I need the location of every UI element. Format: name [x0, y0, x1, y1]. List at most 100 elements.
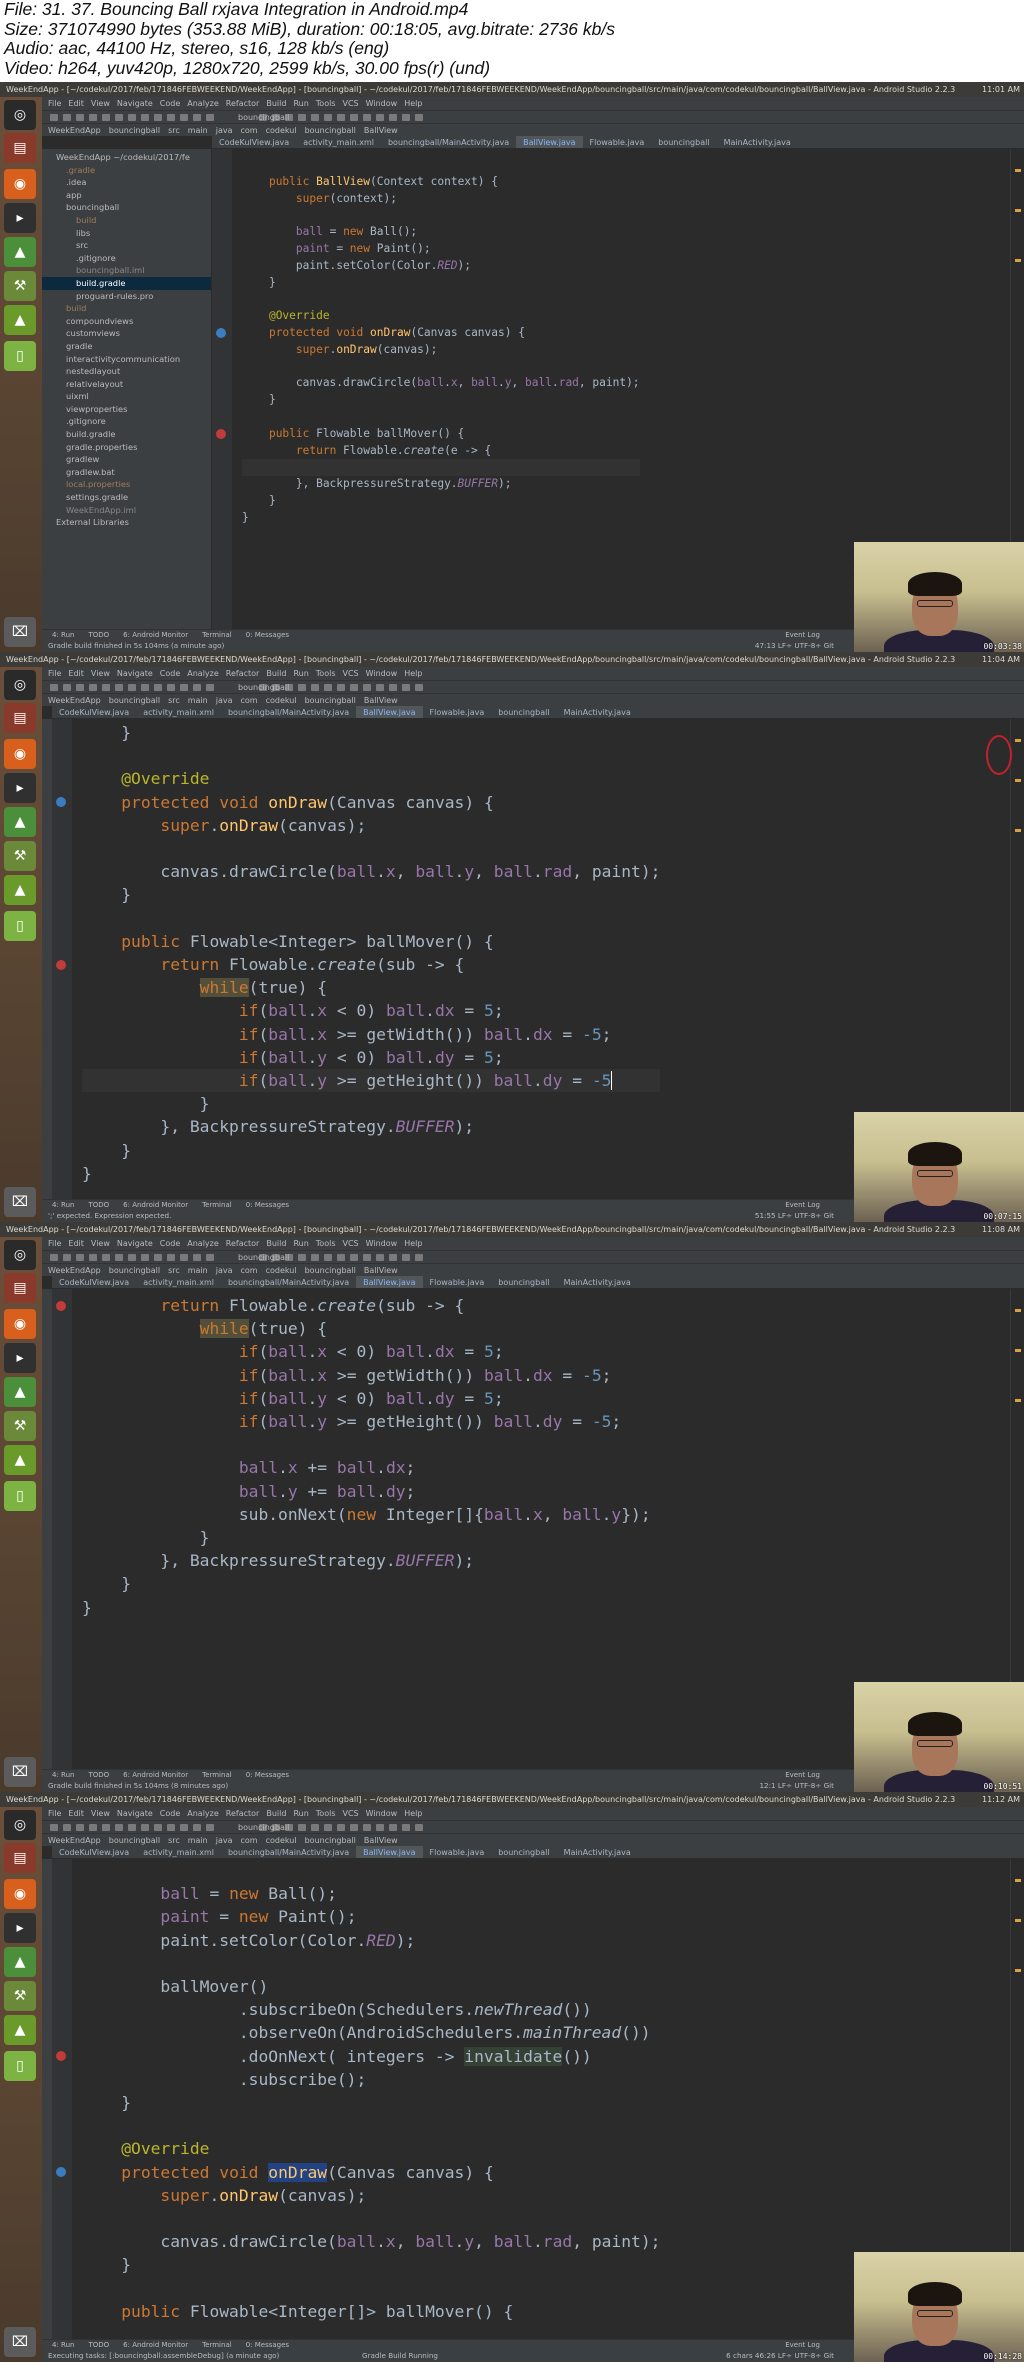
project-tree-node[interactable]: gradlew.bat [42, 466, 211, 479]
project-tree-node[interactable]: src [42, 239, 211, 252]
menu-item-build[interactable]: Build [266, 99, 286, 108]
toolbar-button-icon[interactable] [50, 1254, 58, 1261]
editor-tab[interactable]: BallView.java [356, 1846, 423, 1858]
breadcrumb-item[interactable]: src [168, 126, 180, 135]
warning-marker-icon[interactable] [1015, 1879, 1021, 1882]
project-tree-node[interactable]: WeekEndApp ~/codekul/2017/fe [42, 151, 211, 164]
override-marker-icon[interactable] [216, 328, 226, 339]
toolbar-button-icon[interactable] [415, 684, 423, 691]
menu-item-run[interactable]: Run [293, 99, 308, 108]
toolbar-button-icon[interactable] [76, 1254, 84, 1261]
breadcrumb-item[interactable]: src [168, 1836, 180, 1845]
phone-icon[interactable]: ▯ [4, 2051, 36, 2081]
breadcrumb-item[interactable]: BallView [364, 1836, 398, 1845]
breadcrumb-item[interactable]: com [241, 126, 258, 135]
editor-tab[interactable]: BallView.java [356, 706, 423, 718]
toolbar-button-icon[interactable] [350, 1824, 358, 1831]
toolbar-button-icon[interactable] [167, 1254, 175, 1261]
menu-item-refactor[interactable]: Refactor [226, 1809, 260, 1818]
menu-item-file[interactable]: File [48, 99, 61, 108]
breadcrumb-item[interactable]: bouncingball [109, 1836, 160, 1845]
project-tree-node[interactable]: build.gradle [42, 428, 211, 441]
menu-item-navigate[interactable]: Navigate [117, 669, 153, 678]
toolbar-button-icon[interactable] [350, 114, 358, 121]
tool-window-button[interactable]: Terminal [202, 1771, 232, 1779]
breadcrumb-item[interactable]: main [188, 696, 208, 705]
project-tree-node[interactable]: app [42, 189, 211, 202]
toolbar-button-icon[interactable] [102, 1824, 110, 1831]
toolbar-button-icon[interactable] [89, 1254, 97, 1261]
toolbar-button-icon[interactable] [76, 1824, 84, 1831]
editor-tab[interactable]: bouncingball/MainActivity.java [221, 1846, 356, 1858]
override-marker-icon[interactable] [56, 797, 66, 808]
project-tree-node[interactable]: settings.gradle [42, 491, 211, 504]
warning-marker-icon[interactable] [1015, 209, 1021, 212]
terminal-icon[interactable]: ▸ [4, 1343, 36, 1373]
project-tree-node[interactable]: gradlew [42, 453, 211, 466]
toolbar-button-icon[interactable] [180, 1254, 188, 1261]
toolbar-button-icon[interactable] [206, 1824, 214, 1831]
toolbar-button-icon[interactable] [363, 114, 371, 121]
trash-icon[interactable]: ⌧ [4, 1757, 36, 1787]
trash-icon[interactable]: ⌧ [4, 617, 36, 647]
menu-item-vcs[interactable]: VCS [343, 1239, 359, 1248]
toolbar-button-icon[interactable] [50, 1824, 58, 1831]
project-tree-node[interactable]: bouncingball [42, 201, 211, 214]
breadcrumb-item[interactable]: src [168, 1266, 180, 1275]
toolbar-button-icon[interactable] [311, 684, 319, 691]
toolbar-button-icon[interactable] [363, 684, 371, 691]
warning-marker-icon[interactable] [1015, 169, 1021, 172]
menu-item-build[interactable]: Build [266, 669, 286, 678]
android-studio-icon[interactable]: ▲ [4, 1947, 36, 1977]
toolbar-button-icon[interactable] [115, 684, 123, 691]
lambda-marker-icon[interactable] [216, 429, 226, 440]
toolbar-button-icon[interactable] [63, 114, 71, 121]
menu-item-edit[interactable]: Edit [68, 99, 84, 108]
toolbar-button-icon[interactable] [402, 684, 410, 691]
toolbar-button-icon[interactable] [402, 114, 410, 121]
project-tree-node[interactable]: build.gradle [42, 276, 211, 290]
breadcrumb-item[interactable]: codekul [266, 696, 297, 705]
breadcrumb-item[interactable]: codekul [266, 1836, 297, 1845]
tool-window-button[interactable]: TODO [88, 631, 109, 639]
toolbar-button-icon[interactable] [376, 114, 384, 121]
breadcrumb-item[interactable]: bouncingball [305, 126, 356, 135]
project-tree-node[interactable]: build [42, 214, 211, 227]
tools-icon[interactable]: ⚒ [4, 841, 36, 871]
project-tree-node[interactable]: External Libraries [42, 516, 211, 529]
toolbar-button-icon[interactable] [180, 1824, 188, 1831]
menu-item-window[interactable]: Window [366, 1809, 398, 1818]
menu-item-vcs[interactable]: VCS [343, 99, 359, 108]
warning-marker-icon[interactable] [1015, 259, 1021, 262]
trash-icon[interactable]: ⌧ [4, 1187, 36, 1217]
firefox-icon[interactable]: ◉ [4, 739, 36, 769]
editor-tab[interactable]: CodeKulView.java [52, 706, 136, 718]
dash-icon[interactable]: ◎ [4, 670, 36, 700]
tool-window-button[interactable]: 4: Run [52, 631, 74, 639]
breadcrumb-item[interactable]: bouncingball [305, 696, 356, 705]
toolbar-button-icon[interactable] [154, 684, 162, 691]
toolbar-button-icon[interactable] [415, 114, 423, 121]
terminal-icon[interactable]: ▸ [4, 773, 36, 803]
override-marker-icon[interactable] [56, 2167, 66, 2178]
project-tree-node[interactable]: gradle [42, 340, 211, 353]
project-tree-node[interactable]: bouncingball.iml [42, 264, 211, 277]
warning-marker-icon[interactable] [1015, 1969, 1021, 1972]
toolbar-button-icon[interactable] [311, 1824, 319, 1831]
breadcrumb-item[interactable]: WeekEndApp [48, 1266, 101, 1275]
menu-item-analyze[interactable]: Analyze [187, 669, 219, 678]
tool-window-button[interactable]: 0: Messages [246, 1201, 289, 1209]
toolbar-button-icon[interactable] [154, 1824, 162, 1831]
editor-tab[interactable]: bouncingball/MainActivity.java [381, 136, 516, 148]
toolbar-button-icon[interactable] [180, 684, 188, 691]
editor-tab[interactable]: bouncingball/MainActivity.java [221, 706, 356, 718]
toolbar-button-icon[interactable] [337, 1254, 345, 1261]
toolbar-button-icon[interactable] [167, 684, 175, 691]
warning-marker-icon[interactable] [1015, 1919, 1021, 1922]
toolbar-button-icon[interactable] [50, 684, 58, 691]
toolbar-button-icon[interactable] [154, 114, 162, 121]
tools-icon[interactable]: ⚒ [4, 1411, 36, 1441]
menu-item-vcs[interactable]: VCS [343, 669, 359, 678]
toolbar-button-icon[interactable] [63, 1254, 71, 1261]
editor-tab[interactable]: bouncingball [491, 1276, 556, 1288]
